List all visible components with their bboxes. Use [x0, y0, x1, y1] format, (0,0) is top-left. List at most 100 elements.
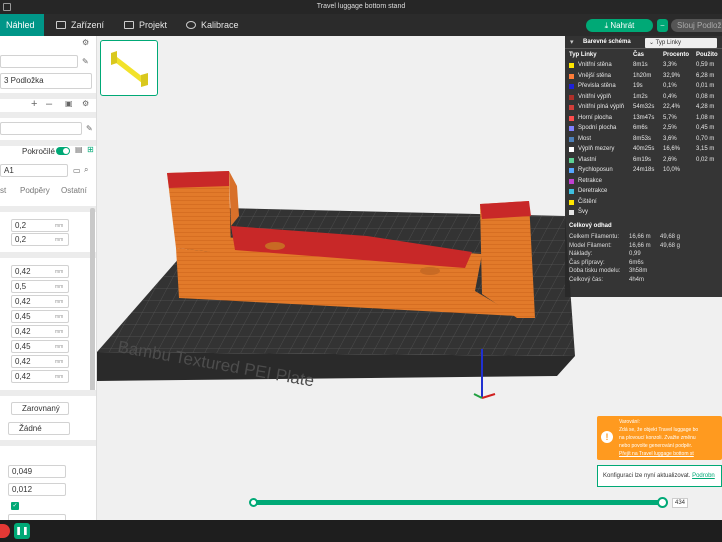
estimate-label: Celkový čas: [569, 276, 604, 283]
col-header-percent: Procento [663, 52, 690, 58]
edit-icon[interactable]: ✎ [86, 124, 93, 133]
legend-used: 4,28 m [696, 104, 715, 110]
gear-icon[interactable]: ⚙ [82, 38, 89, 47]
warning-link[interactable]: Přejít na Travel luggage bottom st [619, 451, 694, 457]
legend-row[interactable]: Vnitřní plná výplň 54m32s 22,4% 4,28 m [565, 103, 722, 113]
legend-percent: 3,6% [663, 135, 677, 142]
legend-type: Retrakce [578, 177, 603, 184]
model-hole-right [420, 267, 440, 275]
col-header-time: Čas [633, 52, 645, 58]
legend-time: 6m6s [633, 125, 648, 131]
print-dropdown-button[interactable]: – [657, 19, 668, 32]
legend-type: Výplň mezery [578, 146, 615, 152]
legend-row[interactable]: Vnější stěna 1h20m 32,9% 6,28 m [565, 72, 722, 82]
view-type-select[interactable]: ⌄ Typ Linky [645, 38, 717, 48]
pause-button[interactable]: ❚❚ [14, 523, 30, 539]
legend-header: ▾ Barevné schéma ⌄ Typ Linky [565, 36, 722, 49]
legend-percent: 2,5% [663, 125, 677, 131]
legend-row[interactable]: Vlastní 6m19s 2,6% 0,02 m [565, 156, 722, 166]
app-menu-icon[interactable] [3, 3, 11, 11]
estimate-value-weight: 49,68 g [660, 234, 681, 240]
printer-select[interactable] [0, 55, 78, 68]
advanced-toggle[interactable] [56, 147, 70, 155]
color-swatch [569, 178, 574, 184]
tab-support[interactable]: Podpěry [20, 186, 50, 195]
legend-percent: 2,6% [663, 156, 677, 163]
config-update-text: Konfiguraci lze nyní aktualizovat. [603, 473, 691, 479]
compare-icon[interactable]: ▤ [75, 145, 83, 154]
warning-title: Varování: [619, 419, 641, 425]
ironing-type-select[interactable]: Žádné [8, 422, 70, 435]
color-swatch [569, 168, 574, 173]
slice-button[interactable]: Slouj Podložka [671, 19, 722, 32]
sheet-icon[interactable]: ⊞ [87, 145, 94, 154]
tab-project-label: Projekt [139, 20, 168, 30]
seam-position-select[interactable]: Zarovnaný [11, 402, 69, 415]
tab-calibration[interactable]: Kalibrace [186, 14, 256, 36]
tab-preview-label: Náhled [6, 20, 35, 30]
legend-row[interactable]: Převisla stěna 19s 0,1% 0,01 m [565, 82, 722, 92]
settings-icon[interactable]: ⚙ [82, 99, 89, 108]
legend-row[interactable]: Vnitřní výplň 1m2s 0,4% 0,08 m [565, 93, 722, 103]
tab-project[interactable]: Projekt [124, 14, 184, 36]
details-link[interactable]: Podrobn [692, 473, 715, 479]
collapse-icon[interactable]: ▾ [570, 38, 574, 46]
save-icon[interactable]: ▭ [73, 166, 81, 175]
legend-row[interactable]: Vnitřní stěna 8m1s 3,3% 0,59 m [565, 61, 722, 71]
legend-type: Rychloposun [578, 167, 613, 173]
edit-icon[interactable]: ✎ [82, 57, 89, 66]
legend-time: 6m19s [633, 156, 652, 163]
legend-row[interactable]: Rychloposun 24m18s 10,0% [565, 166, 722, 176]
stop-button[interactable] [0, 524, 10, 538]
legend-row[interactable]: Švy [565, 208, 722, 218]
layer-slider-track[interactable] [251, 500, 663, 505]
divider [0, 390, 96, 396]
legend-row[interactable]: Čištění [565, 198, 722, 208]
legend-row[interactable]: Výplň mezery 40m25s 16,6% 3,15 m [565, 145, 722, 155]
minus-icon[interactable]: – [46, 98, 52, 110]
legend-row[interactable]: Spodní plocha 6m6s 2,5% 0,45 m [565, 124, 722, 134]
layer-number-label: 434 [672, 498, 689, 508]
legend-time: 8m53s [633, 135, 652, 142]
warning-notification[interactable]: ! Varování: Zdá se, že objekt Travel lug… [597, 416, 722, 460]
filament-icon[interactable]: ▣ [65, 99, 73, 108]
plate-type-select[interactable]: 3 Podložka [0, 73, 92, 89]
print-button[interactable]: ⤓ Nahrát [586, 19, 653, 32]
legend-time: 19s [633, 83, 643, 89]
filament-select[interactable] [0, 122, 82, 135]
legend-row[interactable]: Most 8m53s 3,6% 0,70 m [565, 135, 722, 145]
parameter-a-input[interactable]: 0,049 [8, 465, 66, 478]
tab-strength[interactable]: st [0, 186, 6, 195]
unit-label: mm [55, 359, 64, 365]
project-icon [124, 21, 134, 29]
legend-percent: 3,3% [663, 62, 677, 68]
legend-row[interactable]: Deretrakce [565, 187, 722, 197]
settings-scrollbar[interactable] [90, 208, 95, 394]
color-scheme-label: Barevné schéma [583, 39, 631, 45]
plate-thumbnail[interactable] [100, 40, 158, 96]
unit-label: mm [55, 344, 64, 350]
layer-slider-start-handle[interactable] [249, 498, 258, 507]
unit-label: mm [55, 314, 64, 320]
legend-row[interactable]: Horní plocha 13m47s 5,7% 1,08 m [565, 114, 722, 124]
tab-other[interactable]: Ostatní [61, 186, 87, 195]
legend-row[interactable]: Retrakce [565, 177, 722, 187]
tab-device[interactable]: Zařízení [56, 14, 116, 36]
estimate-label: Doba tisku modelu: [569, 268, 621, 274]
enable-checkbox[interactable]: ✓ [11, 502, 19, 510]
tab-preview[interactable]: Náhled [0, 14, 44, 36]
bottom-bar: ❚❚ [0, 520, 722, 542]
parameter-b-input[interactable]: 0,012 [8, 483, 66, 496]
color-swatch [569, 210, 574, 215]
process-preset-select[interactable]: A1 [0, 164, 68, 177]
color-swatch [569, 73, 574, 79]
legend-used: 3,15 m [696, 146, 715, 152]
legend-used: 1,08 m [696, 114, 715, 121]
plus-icon[interactable]: + [31, 98, 37, 110]
search-icon[interactable]: ⌕ [84, 165, 88, 175]
estimate-label: Celkem Filamentu: [569, 234, 620, 240]
layer-slider-handle[interactable] [657, 497, 668, 508]
legend-time: 13m47s [633, 114, 655, 121]
seam-position-value: Zarovnaný [22, 404, 60, 413]
slice-button-label: Slouj Podložka [677, 21, 722, 30]
